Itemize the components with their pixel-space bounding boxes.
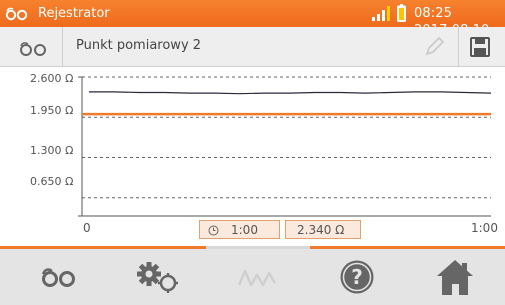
clock-icon	[208, 225, 219, 236]
header-divider	[62, 27, 63, 66]
clock-time: 08:25	[414, 6, 452, 21]
waveform-button[interactable]	[205, 249, 305, 305]
header-bar: Punkt pomiarowy 2	[0, 27, 505, 67]
series-line	[89, 91, 492, 95]
cursor-time: 1:00	[231, 223, 258, 237]
save-icon[interactable]	[470, 36, 490, 58]
cursor-value-readout: 2.340 Ω	[285, 220, 361, 239]
app-title: Rejestrator	[38, 6, 110, 21]
recorder-screen: Rejestrator 08:25 2017.08.10 Punkt pomia…	[0, 0, 505, 305]
settings-button[interactable]	[105, 249, 205, 305]
recorder-icon	[41, 268, 75, 287]
cursor-time-readout: 1:00	[199, 220, 280, 239]
waveform-icon	[237, 269, 277, 287]
y-tick-label: 2.600 Ω	[30, 72, 74, 85]
y-tick-label: 0.650 Ω	[30, 175, 74, 188]
settings-icon	[137, 262, 178, 293]
help-button[interactable]: ?	[305, 249, 405, 305]
header-divider	[458, 27, 459, 66]
x-tick-label: 0	[83, 221, 91, 235]
pencil-icon[interactable]	[423, 36, 445, 58]
title-bar: Rejestrator 08:25 2017.08.10	[0, 0, 505, 38]
y-tick-label: 1.300 Ω	[30, 144, 74, 157]
svg-text:?: ?	[351, 265, 363, 289]
measurement-point-name[interactable]: Punkt pomiarowy 2	[76, 37, 201, 55]
y-tick-label: 1.950 Ω	[30, 104, 74, 117]
recorder-icon	[5, 7, 28, 21]
recorder-button[interactable]	[5, 249, 105, 305]
help-icon: ?	[340, 260, 374, 294]
x-tick-label: 1:00	[471, 221, 498, 235]
home-icon	[437, 260, 473, 295]
bottom-toolbar: ?	[0, 246, 505, 305]
cursor-value: 2.340 Ω	[297, 223, 345, 237]
recorder-icon[interactable]	[12, 39, 52, 57]
battery-icon	[397, 4, 406, 22]
home-button[interactable]	[405, 249, 505, 305]
signal-icon	[372, 6, 390, 21]
chart-area: 2.600 Ω 1.950 Ω 1.300 Ω 0.650 Ω 0 1:00 1…	[0, 67, 505, 247]
